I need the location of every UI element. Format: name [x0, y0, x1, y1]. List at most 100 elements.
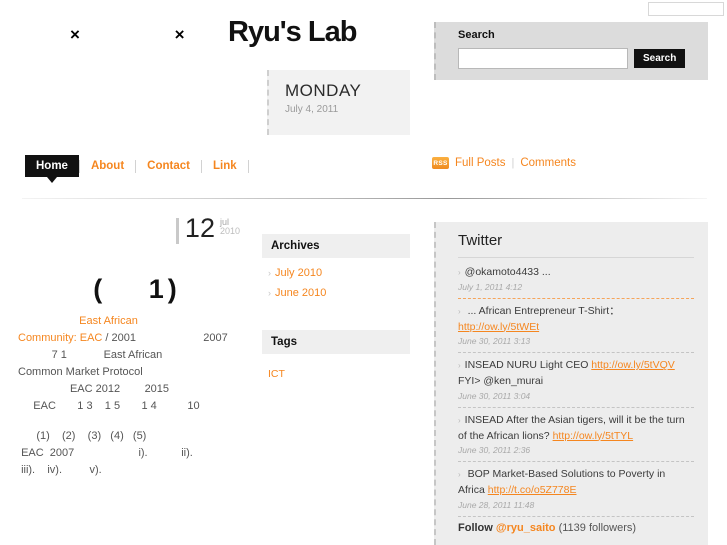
post-line: Common Market Protocol: [18, 364, 256, 381]
tweet-item: › @okamoto4433 ... July 1, 2011 4:12: [458, 265, 694, 294]
tweet-link-suffix: FYI> @ken_murai: [458, 375, 544, 387]
tweet-item: › INSEAD NURU Light CEO http://ow.ly/5tVQ…: [458, 358, 694, 403]
tags-panel: Tags ICT: [262, 329, 410, 380]
post-text: iii). iv). v).: [18, 464, 102, 477]
twitter-heading-underline: [458, 257, 694, 258]
twitter-feed: › @okamoto4433 ... July 1, 2011 4:12 › ...…: [458, 265, 694, 517]
post-date-day: 12: [184, 213, 215, 243]
tweet-text: › INSEAD NURU Light CEO http://ow.ly/5tVQ…: [458, 358, 694, 390]
post-text: EAC 2007 i). ii).: [18, 447, 193, 460]
tweet-text: › INSEAD After the Asian tigers, will it …: [458, 413, 694, 445]
post-date-bar: [175, 218, 179, 244]
archive-link[interactable]: July 2010: [275, 267, 322, 279]
follow-handle-link[interactable]: @ryu_saito: [496, 522, 556, 534]
tweet-timestamp: July 1, 2011 4:12: [458, 281, 523, 292]
tags-list: ICT: [262, 359, 410, 380]
post-text: Common Market Protocol: [18, 366, 143, 379]
tweet-link[interactable]: http://ow.ly/5tVQV: [591, 359, 674, 371]
top-right-input[interactable]: [648, 2, 724, 16]
post-text: EAC 2012 2015: [18, 383, 170, 396]
chevron-right-icon: ›: [458, 268, 461, 277]
main-nav: Home About Contact Link: [25, 155, 249, 183]
tweet-item: › ... African Entrepreneur T-Shirt： http…: [458, 304, 694, 349]
post-body: East African Community: EAC / 2001 2007 7…: [18, 313, 256, 479]
post-line: Community: EAC / 2001 2007: [18, 330, 256, 347]
site-title: Ryu's Lab: [228, 16, 357, 48]
nav-item-contact[interactable]: Contact: [136, 155, 201, 177]
post-text: (1) (2) (3) (4) (5): [18, 430, 147, 443]
tweet-separator: [458, 461, 694, 463]
post-date: 12 jul 2010: [18, 213, 256, 250]
tweet-text: › @okamoto4433 ...: [458, 265, 694, 281]
search-label: Search: [458, 29, 495, 41]
search-row: Search: [458, 48, 708, 70]
archives-panel: Archives › July 2010 › June 2010: [262, 234, 410, 304]
post-text: EAC 1 3 1 5 1 4 10: [18, 400, 200, 413]
tweet-timestamp: June 30, 2011 3:13: [458, 336, 531, 347]
follow-count: (1139 followers): [555, 521, 637, 534]
post-line: EAC 2007 i). ii).: [18, 445, 256, 462]
tweet-timestamp: June 28, 2011 11:48: [458, 499, 535, 510]
chevron-right-icon: ›: [268, 288, 271, 299]
post-line: East African: [18, 313, 256, 330]
tweet-link[interactable]: http://ow.ly/5tWEt: [458, 321, 539, 333]
tweet-text: › ... African Entrepreneur T-Shirt： http…: [458, 304, 694, 336]
chevron-right-icon: ›: [458, 470, 461, 480]
chevron-right-icon: ›: [458, 306, 461, 316]
archives-list: › July 2010 › June 2010: [262, 263, 410, 304]
feed-separator: |: [511, 157, 515, 169]
post-title: ( 1): [93, 274, 181, 304]
full-posts-link[interactable]: Full Posts: [455, 157, 506, 169]
tweet-link[interactable]: http://t.co/o5Z778E: [488, 484, 577, 496]
header-missing-glyphs: × ×: [70, 25, 230, 44]
nav-separator: [247, 159, 249, 173]
post-line: iii). iv). v).: [18, 462, 256, 479]
date-ticket: MONDAY July 4, 2011: [267, 70, 410, 135]
post-text: [18, 315, 79, 327]
chevron-right-icon: ›: [458, 361, 461, 371]
post-date-year: 2010: [219, 226, 240, 237]
post-line: 7 1 East African: [18, 347, 256, 364]
tags-heading: Tags: [262, 329, 410, 354]
search-input[interactable]: [458, 48, 628, 70]
archives-heading: Archives: [262, 234, 410, 258]
nav-item-link[interactable]: Link: [202, 155, 248, 177]
tweet-item: › INSEAD After the Asian tigers, will it …: [458, 413, 694, 458]
archive-item: › July 2010: [268, 263, 410, 283]
page-root: × × Ryu's Lab MONDAY July 4, 2011 Search…: [0, 0, 727, 545]
tweet-body: ... African Entrepreneur T-Shirt：: [464, 304, 620, 317]
search-button[interactable]: Search: [634, 49, 686, 69]
tweet-timestamp: June 30, 2011 2:36: [458, 445, 531, 456]
rss-icon[interactable]: RSS: [432, 157, 449, 169]
post-text: 7 1 East African: [18, 349, 163, 362]
date-day-of-week: MONDAY: [285, 81, 362, 100]
archive-link[interactable]: June 2010: [275, 287, 326, 299]
tweet-separator: [458, 406, 694, 408]
archive-item: › June 2010: [268, 283, 410, 303]
post-link-text[interactable]: Community: EAC: [18, 332, 102, 344]
tweet-separator: [458, 297, 694, 299]
nav-item-about[interactable]: About: [80, 155, 135, 177]
secondary-sidebar: Archives › July 2010 › June 2010 Tags ICT: [262, 234, 410, 380]
twitter-heading: Twitter: [458, 232, 503, 249]
tweet-link[interactable]: http://ow.ly/5tTYL: [553, 430, 634, 442]
tweet-item: › BOP Market-Based Solutions to Poverty …: [458, 467, 694, 512]
post-paragraph-gap: [18, 415, 256, 428]
nav-item-home[interactable]: Home: [25, 155, 79, 183]
tweet-text: › BOP Market-Based Solutions to Poverty …: [458, 467, 694, 499]
twitter-panel: Twitter › @okamoto4433 ... July 1, 2011 4…: [434, 222, 708, 545]
follow-prefix: Follow: [458, 521, 496, 534]
feed-links: RSS Full Posts | Comments: [432, 155, 576, 171]
search-panel: Search Search: [434, 22, 708, 80]
post-line: (1) (2) (3) (4) (5): [18, 428, 256, 445]
post-link-text[interactable]: East African: [79, 315, 138, 327]
post-line: EAC 1 3 1 5 1 4 10: [18, 398, 256, 415]
post-text: / 2001 2007: [102, 332, 228, 345]
tweet-timestamp: June 30, 2011 3:04: [458, 390, 531, 401]
tweet-separator: [458, 352, 694, 354]
chevron-right-icon: ›: [458, 415, 461, 425]
tag-link[interactable]: ICT: [268, 368, 285, 380]
header-divider: [22, 198, 707, 199]
chevron-right-icon: ›: [268, 268, 271, 278]
comments-link[interactable]: Comments: [520, 157, 576, 169]
